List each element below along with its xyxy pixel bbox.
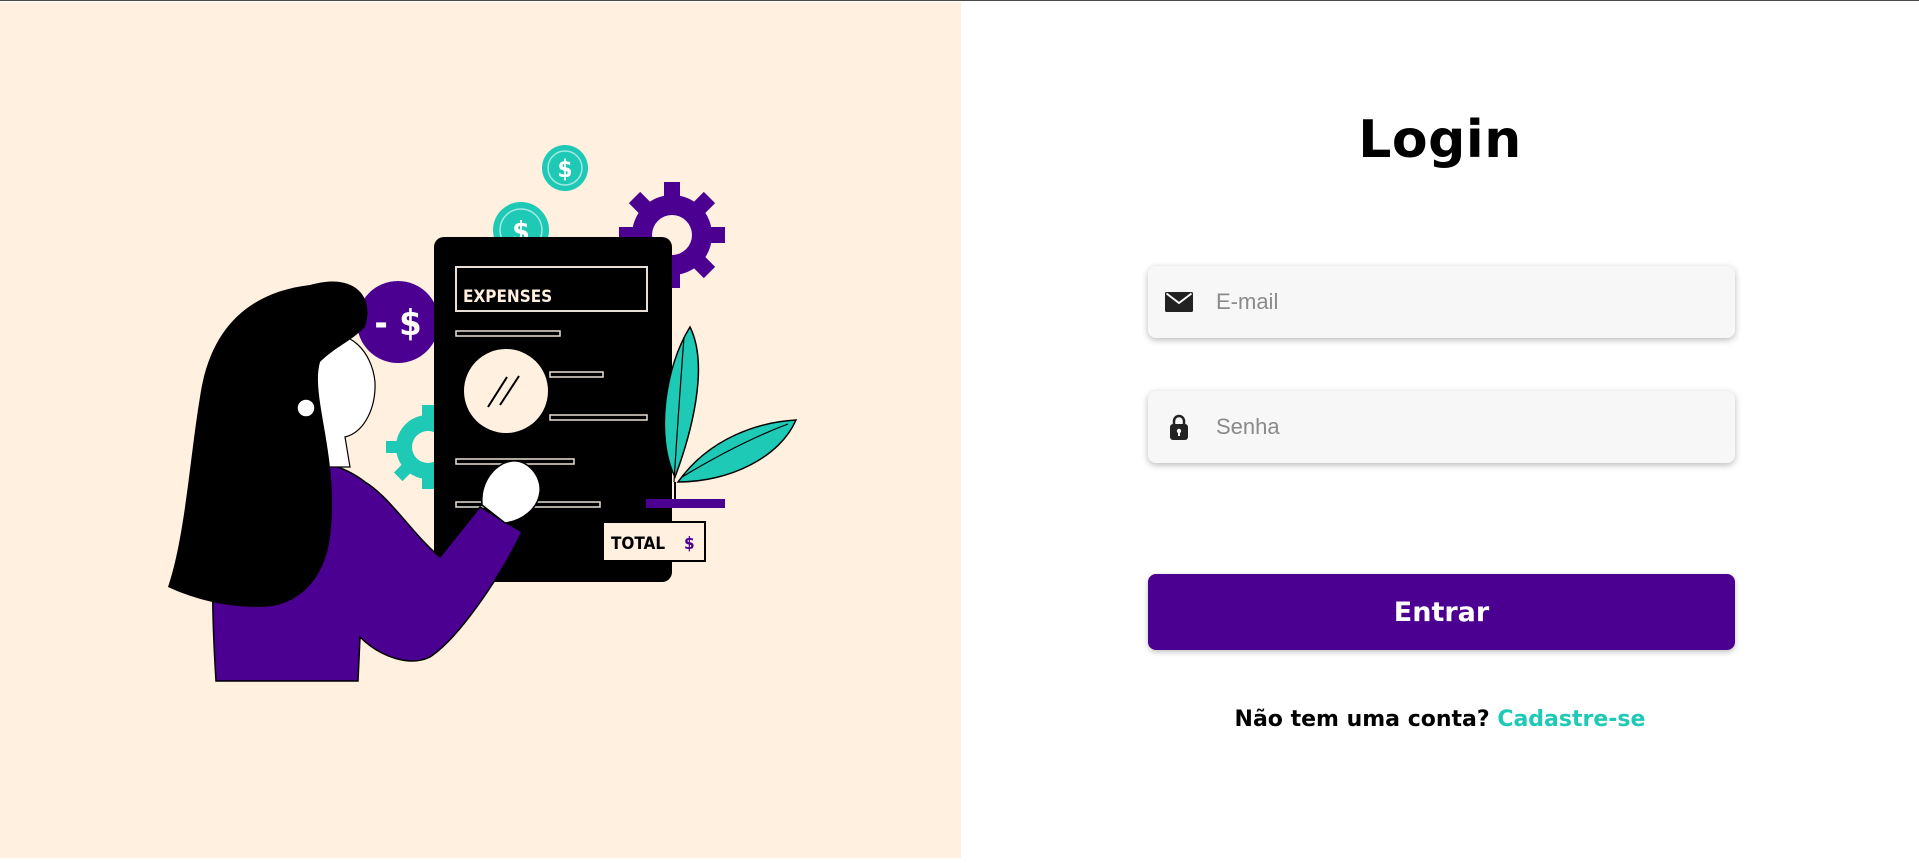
svg-text:TOTAL: TOTAL (611, 534, 665, 554)
email-field-container (1148, 266, 1735, 338)
signup-link[interactable]: Cadastre-se (1497, 707, 1645, 732)
login-panel: Login Entrar Não (961, 2, 1919, 858)
svg-text:$: $ (557, 155, 572, 183)
illustration-panel: $ $ - $ EXPENSES TOTAL $ (0, 2, 961, 858)
svg-text:$: $ (684, 534, 695, 554)
signup-prompt: Não tem uma conta? (1234, 707, 1490, 732)
signup-row: Não tem uma conta? Cadastre-se (961, 707, 1919, 732)
lock-icon (1164, 412, 1194, 442)
email-input[interactable] (1216, 266, 1735, 338)
svg-text:- $: - $ (374, 303, 421, 344)
login-page: $ $ - $ EXPENSES TOTAL $ Login E-mail En… (0, 0, 1919, 863)
finance-illustration: $ $ - $ EXPENSES TOTAL $ (150, 137, 810, 687)
svg-text:EXPENSES: EXPENSES (463, 287, 552, 307)
coin-icon: $ (542, 145, 588, 191)
password-field-container (1148, 391, 1735, 463)
login-button[interactable]: Entrar (1148, 574, 1735, 650)
page-title: Login (1358, 110, 1522, 170)
envelope-icon (1164, 287, 1194, 317)
password-input[interactable] (1216, 391, 1735, 463)
total-card: TOTAL $ (602, 521, 706, 562)
minus-dollar-badge: - $ (357, 281, 439, 363)
